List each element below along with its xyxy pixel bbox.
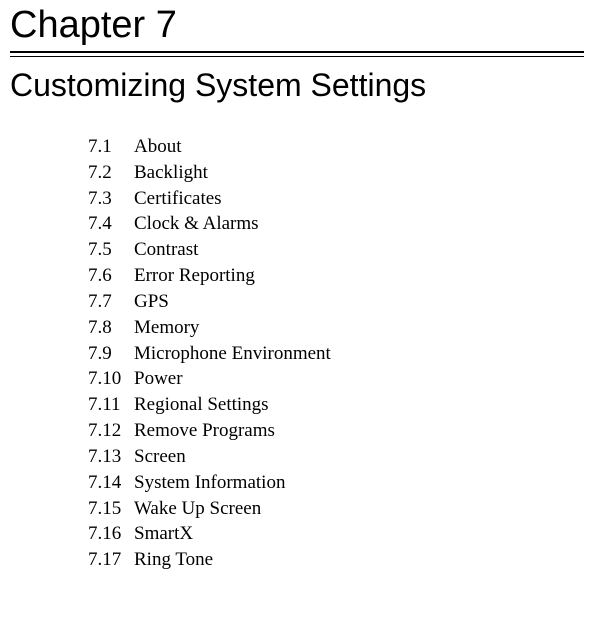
toc-row: 7.6Error Reporting (88, 263, 584, 289)
toc-row: 7.2Backlight (88, 160, 584, 186)
toc-row: 7.12Remove Programs (88, 418, 584, 444)
toc-label: Error Reporting (134, 263, 584, 289)
toc-label: Screen (134, 444, 584, 470)
toc-num: 7.5 (88, 237, 134, 263)
toc-row: 7.10Power (88, 366, 584, 392)
table-of-contents: 7.1About 7.2Backlight 7.3Certificates 7.… (88, 134, 584, 573)
toc-row: 7.1About (88, 134, 584, 160)
toc-num: 7.12 (88, 418, 134, 444)
toc-row: 7.14System Information (88, 470, 584, 496)
chapter-subtitle: Customizing System Settings (10, 67, 584, 104)
toc-row: 7.15Wake Up Screen (88, 496, 584, 522)
toc-num: 7.10 (88, 366, 134, 392)
toc-label: Certificates (134, 186, 584, 212)
toc-row: 7.4Clock & Alarms (88, 211, 584, 237)
toc-label: Ring Tone (134, 547, 584, 573)
toc-num: 7.14 (88, 470, 134, 496)
toc-num: 7.2 (88, 160, 134, 186)
toc-num: 7.15 (88, 496, 134, 522)
toc-num: 7.1 (88, 134, 134, 160)
toc-num: 7.16 (88, 521, 134, 547)
toc-row: 7.7GPS (88, 289, 584, 315)
toc-num: 7.11 (88, 392, 134, 418)
toc-label: Memory (134, 315, 584, 341)
toc-label: System Information (134, 470, 584, 496)
toc-num: 7.3 (88, 186, 134, 212)
toc-num: 7.6 (88, 263, 134, 289)
toc-num: 7.4 (88, 211, 134, 237)
toc-row: 7.9Microphone Environment (88, 341, 584, 367)
toc-label: Contrast (134, 237, 584, 263)
toc-row: 7.5Contrast (88, 237, 584, 263)
toc-label: Wake Up Screen (134, 496, 584, 522)
toc-label: SmartX (134, 521, 584, 547)
toc-label: GPS (134, 289, 584, 315)
toc-row: 7.17Ring Tone (88, 547, 584, 573)
toc-label: Clock & Alarms (134, 211, 584, 237)
toc-row: 7.8Memory (88, 315, 584, 341)
chapter-title: Chapter 7 (10, 0, 584, 51)
toc-row: 7.3Certificates (88, 186, 584, 212)
toc-row: 7.11Regional Settings (88, 392, 584, 418)
toc-num: 7.17 (88, 547, 134, 573)
toc-num: 7.13 (88, 444, 134, 470)
toc-num: 7.9 (88, 341, 134, 367)
toc-label: Remove Programs (134, 418, 584, 444)
toc-label: Power (134, 366, 584, 392)
toc-label: Regional Settings (134, 392, 584, 418)
divider (10, 51, 584, 57)
toc-label: About (134, 134, 584, 160)
page: Chapter 7 Customizing System Settings 7.… (0, 0, 594, 573)
toc-label: Microphone Environment (134, 341, 584, 367)
toc-num: 7.7 (88, 289, 134, 315)
toc-row: 7.16SmartX (88, 521, 584, 547)
toc-label: Backlight (134, 160, 584, 186)
toc-row: 7.13Screen (88, 444, 584, 470)
toc-num: 7.8 (88, 315, 134, 341)
